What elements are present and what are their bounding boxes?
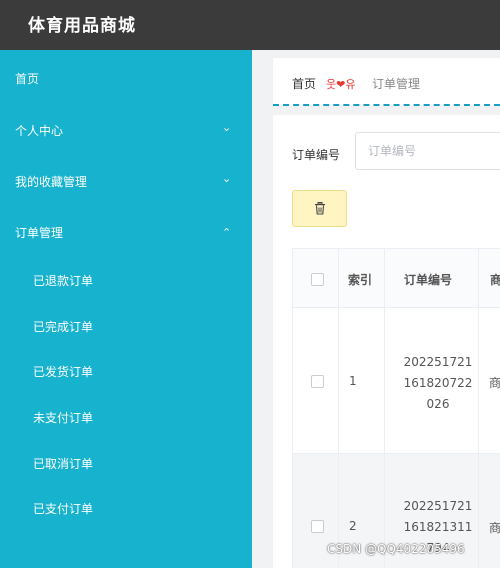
row-product: 商 [489,376,500,390]
column-header-index[interactable]: 索引 [348,271,372,288]
row-product: 商 [489,521,500,535]
main-content: 首页 웃❤유 订单管理 订单编号 索引 订单编号 商 1 [252,50,500,568]
watermark: CSDN @QQ402205496 [327,542,465,556]
sidebar-item-label: 我的收藏管理 [15,175,88,189]
table-row[interactable]: 1 202251721 161820722 026 商 [293,308,500,454]
sidebar-item-label: 个人中心 [15,124,64,138]
column-header-order-number[interactable]: 订单编号 [404,271,452,288]
select-all-checkbox[interactable] [311,273,324,286]
delete-button[interactable] [292,190,347,227]
order-number-line: 202251721 [403,355,473,369]
table-header: 索引 订单编号 商 [293,248,500,308]
chevron-down-icon: ⌄ [222,172,232,185]
sidebar-subitem-unpaid[interactable]: 未支付订单 [33,409,93,426]
sidebar: 首页 个人中心 ⌄ 我的收藏管理 ⌄ 订单管理 ⌃ 已退款订单 已完成订单 已发… [0,50,252,568]
order-number-line: 161821311 [403,520,473,534]
order-number-search-input[interactable] [355,132,500,170]
column-header-product[interactable]: 商 [490,271,500,288]
chevron-down-icon: ⌄ [222,121,232,134]
sidebar-subitem-shipped[interactable]: 已发货订单 [33,363,93,380]
sidebar-subitem-completed[interactable]: 已完成订单 [33,318,93,335]
row-checkbox[interactable] [311,375,324,388]
row-index: 1 [349,374,357,388]
breadcrumb: 首页 웃❤유 订单管理 [273,58,500,106]
search-label: 订单编号 [292,148,341,162]
sidebar-subitem-cancelled[interactable]: 已取消订单 [33,455,93,472]
breadcrumb-separator: 웃❤유 [326,78,356,91]
sidebar-item-label: 首页 [15,72,40,86]
chevron-up-icon: ⌃ [222,226,232,239]
trash-icon [315,202,325,215]
order-number-line: 202251721 [403,499,473,513]
column-divider [384,248,385,568]
column-divider [478,248,479,568]
row-order-number: 202251721 161820722 026 [393,352,483,415]
top-bar: 体育用品商城 [0,0,500,50]
sidebar-subitem-refunded[interactable]: 已退款订单 [33,272,93,289]
order-number-line: 161820722 [403,376,473,390]
column-divider [338,248,339,568]
sidebar-item-label: 订单管理 [15,226,64,240]
row-index: 2 [349,519,357,533]
breadcrumb-home[interactable]: 首页 [292,75,316,92]
content-panel: 订单编号 索引 订单编号 商 1 202251721 [273,115,500,568]
breadcrumb-current: 订单管理 [372,77,421,91]
row-checkbox[interactable] [311,520,324,533]
app-title: 体育用品商城 [28,16,136,36]
orders-table: 索引 订单编号 商 1 202251721 161820722 026 商 2 … [292,248,500,568]
sidebar-subitem-paid[interactable]: 已支付订单 [33,500,93,517]
order-number-line: 026 [426,397,450,411]
